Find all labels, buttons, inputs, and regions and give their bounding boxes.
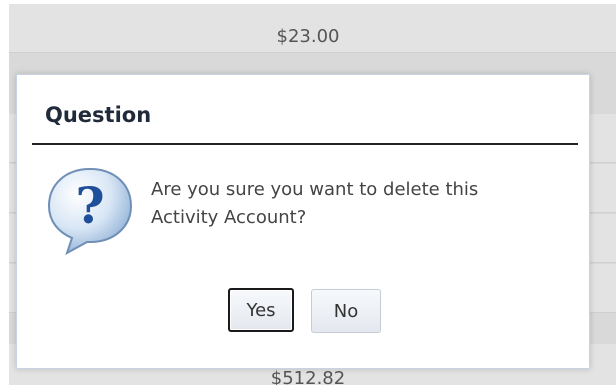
screen: $23.00 $512.82 Question ? Are you sure y… bbox=[0, 0, 616, 385]
dialog-message: Are you sure you want to delete this Act… bbox=[151, 176, 571, 232]
confirm-dialog: Question ? Are you sure you want to dele… bbox=[16, 74, 590, 369]
title-divider bbox=[32, 143, 578, 145]
message-line: Are you sure you want to delete this bbox=[151, 179, 479, 200]
question-balloon-icon: ? bbox=[47, 167, 133, 255]
amount-cell: $23.00 bbox=[276, 26, 340, 47]
amount-cell: $512.82 bbox=[270, 368, 346, 385]
yes-button[interactable]: Yes bbox=[228, 288, 294, 332]
dialog-title: Question bbox=[45, 103, 152, 127]
message-line: Activity Account? bbox=[151, 207, 307, 228]
svg-text:?: ? bbox=[75, 176, 104, 235]
no-button[interactable]: No bbox=[311, 289, 381, 333]
